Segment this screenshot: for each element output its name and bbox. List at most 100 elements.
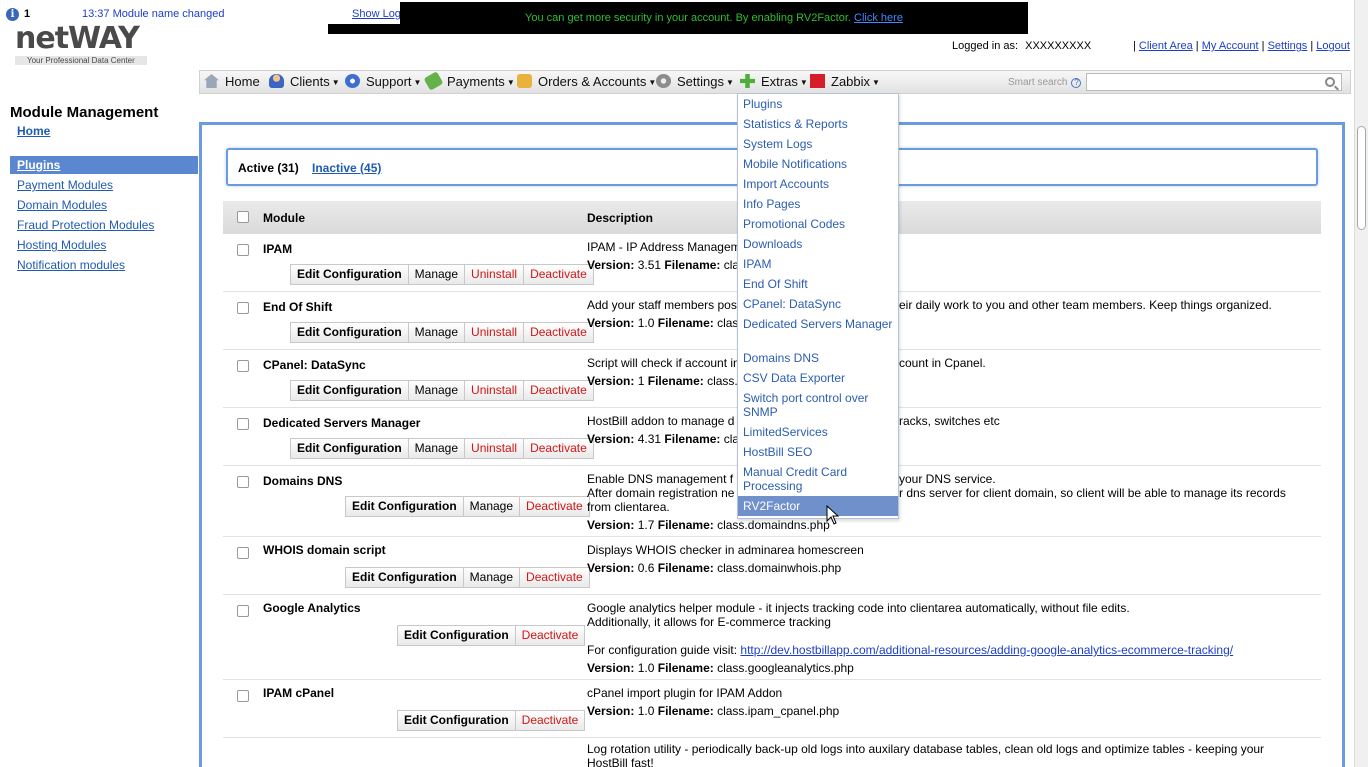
logout-link[interactable]: Logout	[1316, 40, 1350, 52]
edit-configuration-button[interactable]: Edit Configuration	[291, 265, 409, 284]
extras-item-rv2factor[interactable]: RV2Factor	[743, 499, 893, 513]
help-icon[interactable]: ?	[1071, 78, 1082, 88]
filename-value: class.googleanalytics.php	[717, 661, 854, 675]
menu-support[interactable]: Support ▼	[345, 74, 421, 89]
row-checkbox[interactable]	[237, 605, 249, 617]
row-checkbox[interactable]	[237, 547, 249, 559]
extras-item-manual-credit-card[interactable]: Manual Credit Card Processing	[743, 465, 893, 493]
action-buttons: Edit Configuration Deactivate	[397, 625, 586, 646]
module-name: Domains DNS	[263, 474, 343, 488]
row-checkbox[interactable]	[237, 244, 249, 256]
notification-count[interactable]: 1	[24, 8, 30, 20]
tab-active[interactable]: Active (31)	[238, 161, 299, 175]
menu-orders[interactable]: Orders & Accounts ▼	[517, 74, 656, 89]
row-checkbox[interactable]	[237, 302, 249, 314]
edit-configuration-button[interactable]: Edit Configuration	[346, 568, 464, 587]
manage-button[interactable]: Manage	[409, 439, 466, 458]
logo[interactable]: netWAY Your Professional Data Center	[15, 24, 147, 66]
chevron-down-icon: ▼	[799, 78, 808, 87]
extras-item-import-accounts[interactable]: Import Accounts	[743, 177, 893, 191]
extras-item-promotional-codes[interactable]: Promotional Codes	[743, 217, 893, 231]
uninstall-button[interactable]: Uninstall	[465, 439, 525, 458]
smart-search-label-text: Smart search	[1008, 77, 1068, 88]
extras-item-downloads[interactable]: Downloads	[743, 237, 893, 251]
page-scrollbar[interactable]	[1354, 0, 1368, 767]
guide-link[interactable]: http://dev.hostbillapp.com/additional-re…	[740, 643, 1233, 657]
sidebar-item-payment-modules[interactable]: Payment Modules	[17, 178, 113, 192]
version-line: Version: 4.31 Filename: class	[587, 432, 1307, 446]
version-line: Version: 1.0 Filename: class.e	[587, 316, 1307, 330]
extras-item-switch-port-control[interactable]: Switch port control over SNMP	[743, 391, 893, 419]
search-icon[interactable]	[1325, 77, 1335, 87]
client-area-link[interactable]: Client Area	[1139, 40, 1193, 52]
description-text: IPAM - IP Address Managem	[587, 240, 741, 254]
deactivate-button[interactable]: Deactivate	[524, 265, 593, 284]
select-all-checkbox[interactable]	[237, 211, 249, 223]
edit-configuration-button[interactable]: Edit Configuration	[398, 711, 516, 730]
extras-item-dedicated-servers[interactable]: Dedicated Servers Manager	[743, 317, 893, 331]
extras-item-statistics[interactable]: Statistics & Reports	[743, 117, 893, 131]
manage-button[interactable]: Manage	[464, 497, 521, 516]
settings-link[interactable]: Settings	[1268, 40, 1308, 52]
deactivate-button[interactable]: Deactivate	[516, 626, 585, 645]
menu-settings[interactable]: Settings ▼	[656, 74, 734, 89]
sidebar-item-notification-modules[interactable]: Notification modules	[17, 258, 125, 272]
edit-configuration-button[interactable]: Edit Configuration	[398, 626, 516, 645]
menu-payments[interactable]: Payments ▼	[423, 71, 515, 91]
extras-item-plugins[interactable]: Plugins	[743, 97, 893, 111]
show-log-link[interactable]: Show Log	[352, 8, 401, 20]
logo-way: WAY	[68, 21, 140, 56]
extras-item-hostbill-seo[interactable]: HostBill SEO	[743, 445, 893, 459]
module-description: IPAM - IP Address Managem Version: 3.51 …	[587, 240, 1307, 272]
extras-item-limited-services[interactable]: LimitedServices	[743, 425, 893, 439]
smart-search-input[interactable]	[1086, 73, 1342, 91]
deactivate-button[interactable]: Deactivate	[520, 568, 589, 587]
menu-extras[interactable]: Extras ▼	[740, 74, 808, 89]
edit-configuration-button[interactable]: Edit Configuration	[346, 497, 464, 516]
menu-home[interactable]: Home	[204, 74, 260, 89]
extras-item-cpanel-datasync[interactable]: CPanel: DataSync	[743, 297, 893, 311]
scrollbar-thumb[interactable]	[1357, 126, 1366, 230]
manage-button[interactable]: Manage	[409, 381, 466, 400]
sidebar-home-link[interactable]: Home	[17, 124, 50, 138]
sidebar-item-domain-modules[interactable]: Domain Modules	[17, 198, 107, 212]
uninstall-button[interactable]: Uninstall	[465, 323, 525, 342]
row-checkbox[interactable]	[237, 418, 249, 430]
extras-item-csv-exporter[interactable]: CSV Data Exporter	[743, 371, 893, 385]
manage-button[interactable]: Manage	[464, 568, 521, 587]
uninstall-button[interactable]: Uninstall	[465, 265, 525, 284]
deactivate-button[interactable]: Deactivate	[524, 323, 593, 342]
extras-item-info-pages[interactable]: Info Pages	[743, 197, 893, 211]
extras-item-mobile-notifications[interactable]: Mobile Notifications	[743, 157, 893, 171]
edit-configuration-button[interactable]: Edit Configuration	[291, 439, 409, 458]
row-checkbox[interactable]	[237, 690, 249, 702]
security-banner-link[interactable]: Click here	[854, 12, 903, 24]
edit-configuration-button[interactable]: Edit Configuration	[291, 381, 409, 400]
my-account-link[interactable]: My Account	[1202, 40, 1259, 52]
manage-button[interactable]: Manage	[409, 265, 466, 284]
manage-button[interactable]: Manage	[409, 323, 466, 342]
deactivate-button[interactable]: Deactivate	[524, 381, 593, 400]
description-text: cPanel import plugin for IPAM Addon	[587, 686, 783, 700]
extras-item-end-of-shift[interactable]: End Of Shift	[743, 277, 893, 291]
version-value: 4.31	[637, 432, 662, 446]
menu-zabbix[interactable]: Zabbix ▼	[810, 74, 880, 89]
extras-item-ipam[interactable]: IPAM	[743, 257, 893, 271]
menu-clients[interactable]: Clients ▼	[269, 74, 340, 89]
info-icon[interactable]: i	[6, 8, 19, 21]
uninstall-button[interactable]: Uninstall	[465, 381, 525, 400]
row-checkbox[interactable]	[237, 360, 249, 372]
deactivate-button[interactable]: Deactivate	[524, 439, 593, 458]
edit-configuration-button[interactable]: Edit Configuration	[291, 323, 409, 342]
sidebar-item-hosting-modules[interactable]: Hosting Modules	[17, 238, 106, 252]
extras-item-domains-dns[interactable]: Domains DNS	[743, 351, 893, 365]
row-checkbox[interactable]	[237, 476, 249, 488]
notification-message[interactable]: 13:37 Module name changed	[82, 8, 225, 20]
sidebar-item-plugins[interactable]: Plugins	[17, 158, 60, 172]
deactivate-button[interactable]: Deactivate	[520, 497, 589, 516]
extras-item-system-logs[interactable]: System Logs	[743, 137, 893, 151]
sidebar-item-fraud-protection[interactable]: Fraud Protection Modules	[17, 218, 154, 232]
tab-inactive[interactable]: Inactive (45)	[312, 161, 381, 175]
deactivate-button[interactable]: Deactivate	[516, 711, 585, 730]
action-buttons: Edit Configuration Manage Deactivate	[345, 567, 590, 588]
